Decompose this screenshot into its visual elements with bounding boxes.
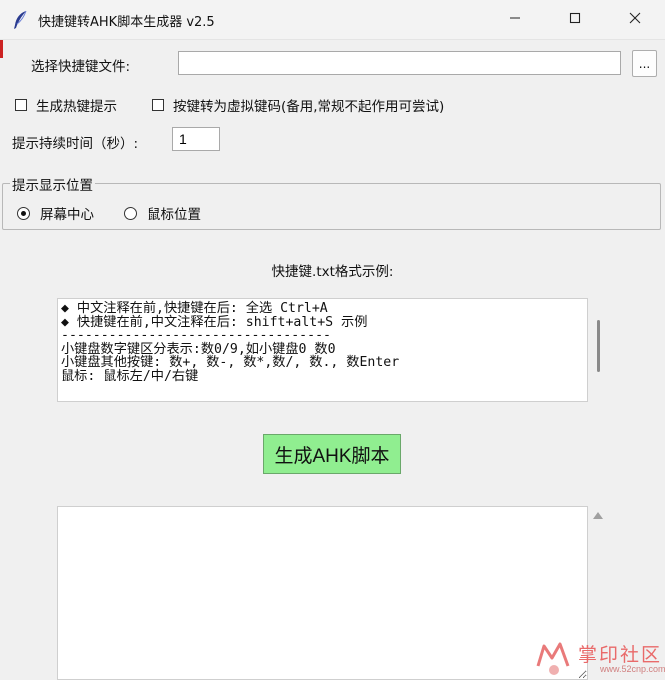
file-select-label: 选择快捷键文件: <box>31 59 131 75</box>
scroll-up-arrow-icon[interactable] <box>593 512 603 519</box>
watermark-logo-icon <box>536 642 570 675</box>
virtual-key-checkbox[interactable]: 按键转为虚拟键码(备用,常规不起作用可尝试) <box>152 95 444 115</box>
edge-marker <box>0 40 3 58</box>
radio-indicator[interactable] <box>17 206 30 220</box>
position-group <box>2 183 661 230</box>
example-line: ◆ 快捷键在前,中文注释在后: shift+alt+S 示例 <box>61 314 368 330</box>
example-textbox[interactable]: ◆ 中文注释在前,快捷键在后: 全选 Ctrl+A ◆ 快捷键在前,中文注释在后… <box>57 298 588 402</box>
close-button[interactable] <box>605 0 665 40</box>
browse-button[interactable]: ... <box>632 50 657 77</box>
maximize-icon <box>569 12 581 28</box>
checkbox-box[interactable] <box>152 99 164 111</box>
minimize-icon <box>509 12 521 28</box>
hotkey-tip-label: 生成热键提示 <box>36 99 117 115</box>
radio-mouse-position[interactable]: 鼠标位置 <box>124 203 201 223</box>
hotkey-tip-checkbox[interactable]: 生成热键提示 <box>15 95 117 115</box>
feather-icon <box>10 9 32 31</box>
file-path-input[interactable] <box>178 51 621 75</box>
example-line: 小键盘其他按键: 数+, 数-, 数*,数/, 数., 数Enter <box>61 355 400 371</box>
example-line: ◆ 中文注释在前,快捷键在后: 全选 Ctrl+A <box>61 301 328 316</box>
radio-label: 鼠标位置 <box>147 207 201 223</box>
duration-label: 提示持续时间（秒）: <box>12 136 139 152</box>
maximize-button[interactable] <box>545 0 605 40</box>
example-scrollbar[interactable] <box>590 298 606 402</box>
duration-input[interactable] <box>172 127 220 151</box>
minimize-button[interactable] <box>485 0 545 40</box>
example-title: 快捷键.txt格式示例: <box>271 264 394 280</box>
window-title: 快捷键转AHK脚本生成器 v2.5 <box>38 15 215 30</box>
output-textarea[interactable] <box>57 506 588 680</box>
checkbox-box[interactable] <box>15 99 27 111</box>
example-line: ---------------------------------- <box>61 328 331 344</box>
example-line: 鼠标: 鼠标左/中/右键 <box>61 368 199 384</box>
watermark-text: 掌印社区 <box>578 644 663 666</box>
generate-ahk-button[interactable]: 生成AHK脚本 <box>263 434 401 474</box>
title-bar: 快捷键转AHK脚本生成器 v2.5 <box>0 0 665 40</box>
radio-indicator[interactable] <box>124 206 137 220</box>
radio-screen-center[interactable]: 屏幕中心 <box>17 203 94 223</box>
close-icon <box>629 12 641 28</box>
radio-label: 屏幕中心 <box>40 207 94 223</box>
virtual-key-label: 按键转为虚拟键码(备用,常规不起作用可尝试) <box>173 99 445 115</box>
scrollbar-thumb[interactable] <box>597 320 600 372</box>
watermark-url: www.52cnp.com <box>600 664 665 674</box>
position-group-title: 提示显示位置 <box>10 174 95 194</box>
